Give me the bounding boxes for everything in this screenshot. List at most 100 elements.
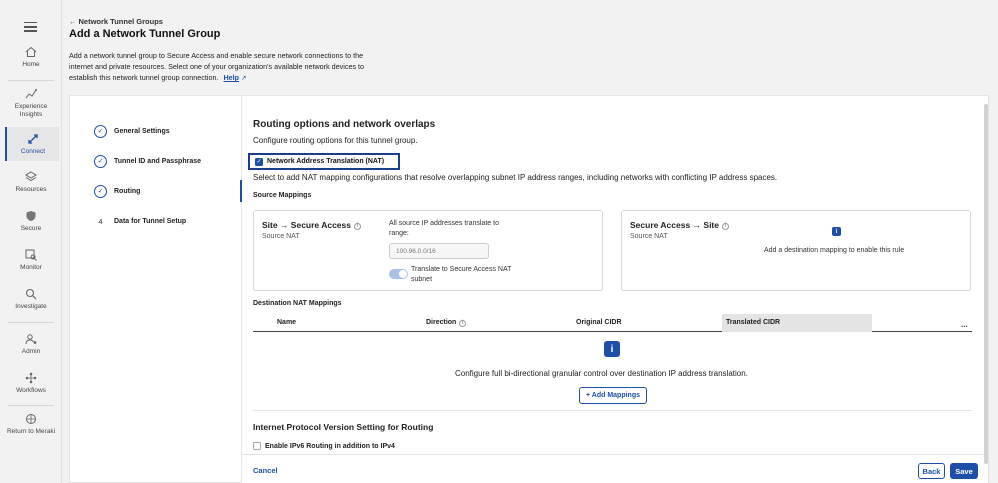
divider <box>8 405 54 406</box>
nav-label: Return to Meraki <box>6 428 56 435</box>
wizard-card: ✓ General Settings ✓ Tunnel ID and Passp… <box>69 95 989 483</box>
table-header: Name Direction i Original CIDR Translated… <box>253 314 972 332</box>
arrow-left-icon: ← <box>69 17 77 26</box>
step-data-tunnel-setup[interactable]: 4 Data for Tunnel Setup <box>94 214 186 228</box>
step-label: Routing <box>114 187 141 195</box>
scrollbar[interactable] <box>984 104 988 464</box>
nat-description: Select to add NAT mapping configurations… <box>253 173 778 182</box>
breadcrumb-back-link[interactable]: ← Network Tunnel Groups <box>69 17 163 26</box>
nav-resources[interactable]: Resources <box>4 171 58 194</box>
external-link-icon[interactable]: ↗ <box>241 75 246 82</box>
active-step-indicator <box>240 180 242 202</box>
left-nav: Home Experience Insights Connect Resourc… <box>0 0 62 483</box>
divider <box>8 322 54 323</box>
check-icon: ✓ <box>94 124 107 138</box>
ipv6-checkbox-row[interactable]: Enable IPv6 Routing in addition to IPv4 <box>253 442 395 450</box>
step-label: General Settings <box>114 127 170 135</box>
panel-title-text: Secure Access → Site <box>630 220 719 230</box>
nav-label: Experience Insights <box>14 103 48 118</box>
monitor-icon <box>25 249 37 261</box>
nav-monitor[interactable]: Monitor <box>4 249 58 272</box>
checkbox-checked-icon[interactable]: ✓ <box>255 157 263 166</box>
nav-workflows[interactable]: Workflows <box>4 372 58 395</box>
back-button[interactable]: Back <box>918 463 945 479</box>
nav-secure[interactable]: Secure <box>4 210 58 233</box>
check-icon: ✓ <box>94 154 107 168</box>
checkbox-unchecked-icon[interactable] <box>253 442 261 450</box>
nav-experience-insights[interactable]: Experience Insights <box>4 88 58 119</box>
step-number: 4 <box>98 216 103 226</box>
panel-title: Secure Access → Site i <box>630 220 729 230</box>
info-icon[interactable]: i <box>721 222 729 230</box>
info-icon[interactable]: i <box>459 319 467 327</box>
shield-icon <box>26 211 36 221</box>
nav-label: Workflows <box>16 387 46 394</box>
insights-icon <box>25 89 37 99</box>
info-icon: i <box>832 227 841 236</box>
toggle-label: Translate to Secure Access NAT subnet <box>411 266 512 283</box>
nav-label: Secure <box>20 225 42 232</box>
info-icon[interactable]: i <box>353 222 361 230</box>
step-routing[interactable]: ✓ Routing <box>94 184 140 198</box>
nav-connect[interactable]: Connect <box>5 127 59 161</box>
nav-label: Admin <box>21 348 41 355</box>
step-label: Tunnel ID and Passphrase <box>114 157 202 165</box>
nav-label: Investigate <box>15 303 47 310</box>
step-general-settings[interactable]: ✓ General Settings <box>94 124 170 138</box>
column-direction[interactable]: Direction i <box>426 319 467 327</box>
check-icon: ✓ <box>94 184 107 198</box>
admin-icon <box>25 334 37 345</box>
help-link[interactable]: Help <box>223 73 239 82</box>
description-text: Add a network tunnel group to Secure Acc… <box>69 51 365 82</box>
meraki-icon <box>26 414 36 424</box>
workflow-icon <box>25 372 37 384</box>
panel-subtitle: Source NAT <box>630 233 668 240</box>
cancel-button[interactable]: Cancel <box>253 466 278 475</box>
panel-subtitle: Source NAT <box>262 233 300 240</box>
column-direction-label: Direction <box>426 319 457 326</box>
nav-admin[interactable]: Admin <box>4 333 58 356</box>
source-mappings-title: Source Mappings <box>253 192 312 199</box>
ip-version-title: Internet Protocol Version Setting for Ro… <box>253 422 434 432</box>
empty-table-message: Configure full bi-directional granular c… <box>455 369 748 378</box>
page-title: Add a Network Tunnel Group <box>69 28 221 40</box>
layers-icon <box>25 171 37 182</box>
home-icon <box>25 46 37 57</box>
nat-label: Network Address Translation (NAT) <box>267 158 385 165</box>
search-icon <box>25 288 37 300</box>
info-icon: i <box>604 341 620 357</box>
routing-form: Routing options and network overlaps Con… <box>248 96 975 483</box>
save-button[interactable]: Save <box>950 463 978 479</box>
secure-access-to-site-panel: Secure Access → Site i Source NAT i Add a… <box>621 210 971 291</box>
panel-title: Site → Secure Access i <box>262 220 361 230</box>
translate-range-label: All source IP addresses translate to ran… <box>389 220 499 237</box>
column-original-cidr[interactable]: Original CIDR <box>576 319 622 326</box>
divider <box>8 80 54 81</box>
nav-label: Resources <box>15 186 47 193</box>
column-translated-cidr[interactable]: Translated CIDR <box>722 314 872 332</box>
add-mappings-button[interactable]: + Add Mappings <box>579 387 647 404</box>
empty-state-text: Add a destination mapping to enable this… <box>764 247 905 254</box>
nav-home[interactable]: Home <box>4 46 58 69</box>
menu-icon[interactable] <box>24 22 37 32</box>
destination-mappings-title: Destination NAT Mappings <box>253 300 342 307</box>
ip-range-input[interactable] <box>389 243 489 259</box>
more-options-icon[interactable]: ... <box>961 320 968 329</box>
column-name[interactable]: Name <box>277 319 296 326</box>
step-tunnel-id[interactable]: ✓ Tunnel ID and Passphrase <box>94 154 201 168</box>
nav-label: Connect <box>20 148 46 155</box>
nav-return-meraki[interactable]: Return to Meraki <box>4 413 58 436</box>
nav-label: Home <box>22 61 40 68</box>
section-subtitle: Configure routing options for this tunne… <box>253 136 418 145</box>
nat-checkbox-row[interactable]: ✓ Network Address Translation (NAT) <box>248 153 400 170</box>
wizard-footer: Cancel Back Save <box>242 454 988 483</box>
translate-toggle[interactable] <box>389 269 408 279</box>
nav-label: Monitor <box>20 264 42 271</box>
site-to-secure-access-panel: Site → Secure Access i Source NAT All sou… <box>253 210 603 291</box>
connect-icon <box>28 134 38 144</box>
nav-investigate[interactable]: Investigate <box>4 288 58 311</box>
divider <box>253 410 972 411</box>
ipv6-label: Enable IPv6 Routing in addition to IPv4 <box>265 442 395 450</box>
step-label: Data for Tunnel Setup <box>114 217 187 225</box>
wizard-steps: ✓ General Settings ✓ Tunnel ID and Passp… <box>70 96 242 483</box>
